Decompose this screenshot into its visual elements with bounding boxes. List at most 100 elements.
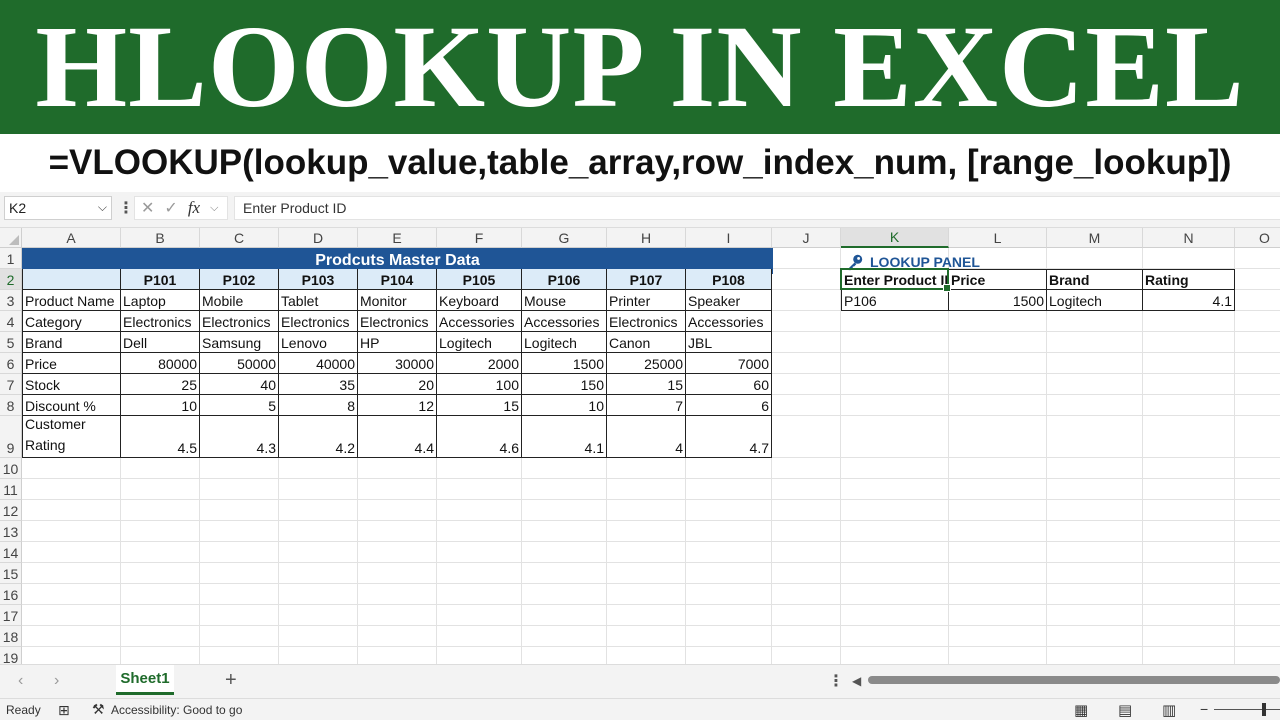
table-cell[interactable]: Lenovo	[279, 332, 358, 353]
table-cell[interactable]: 50000	[200, 353, 279, 374]
row-header-18[interactable]: 18	[0, 626, 22, 647]
sheet-tab-sheet1[interactable]: Sheet1	[116, 665, 174, 695]
lookup-value[interactable]: Logitech	[1047, 290, 1143, 311]
table-cell[interactable]: Printer	[607, 290, 686, 311]
column-header-e[interactable]: E	[358, 228, 437, 248]
more-options-icon[interactable]: ⋮	[118, 198, 134, 218]
scroll-left-icon[interactable]: ◀	[852, 674, 861, 688]
table-cell[interactable]: Mouse	[522, 290, 607, 311]
table-cell[interactable]: 12	[358, 395, 437, 416]
table-cell[interactable]: 1500	[522, 353, 607, 374]
table-cell[interactable]: Electronics	[279, 311, 358, 332]
row-header-12[interactable]: 12	[0, 500, 22, 521]
table-cell[interactable]: 4.2	[279, 416, 358, 458]
row-label[interactable]: Price	[22, 353, 121, 374]
table-cell[interactable]: Electronics	[358, 311, 437, 332]
column-header-g[interactable]: G	[522, 228, 607, 248]
table-cell[interactable]: 2000	[437, 353, 522, 374]
table-cell[interactable]: 4.3	[200, 416, 279, 458]
table-cell[interactable]: 25000	[607, 353, 686, 374]
table-cell[interactable]: 4.1	[522, 416, 607, 458]
product-id-header[interactable]: P105	[437, 269, 522, 290]
column-header-l[interactable]: L	[949, 228, 1047, 248]
lookup-header[interactable]: Brand	[1047, 269, 1143, 290]
product-id-header[interactable]: P103	[279, 269, 358, 290]
row-header-2[interactable]: 2	[0, 269, 22, 290]
lookup-value[interactable]: 4.1	[1143, 290, 1235, 311]
table-cell[interactable]: 10	[121, 395, 200, 416]
row-header-11[interactable]: 11	[0, 479, 22, 500]
table-cell[interactable]: 100	[437, 374, 522, 395]
row-header-19[interactable]: 19	[0, 647, 22, 664]
accessibility-icon[interactable]: ⚒	[92, 701, 105, 718]
confirm-icon[interactable]: ✓	[164, 198, 177, 218]
zoom-slider-thumb[interactable]	[1262, 703, 1266, 716]
row-header-15[interactable]: 15	[0, 563, 22, 584]
table-cell[interactable]: 25	[121, 374, 200, 395]
zoom-out-icon[interactable]: −	[1200, 701, 1208, 717]
lookup-header[interactable]: Rating	[1143, 269, 1235, 290]
column-header-c[interactable]: C	[200, 228, 279, 248]
table-cell[interactable]: 10	[522, 395, 607, 416]
column-header-k[interactable]: K	[841, 228, 949, 248]
product-id-header[interactable]: P104	[358, 269, 437, 290]
table-cell[interactable]: 4.5	[121, 416, 200, 458]
add-sheet-button[interactable]: +	[225, 669, 237, 692]
row-label[interactable]: Stock	[22, 374, 121, 395]
table-cell[interactable]: 35	[279, 374, 358, 395]
table-cell[interactable]: Electronics	[607, 311, 686, 332]
column-header-n[interactable]: N	[1143, 228, 1235, 248]
table-cell[interactable]: Accessories	[437, 311, 522, 332]
table-cell[interactable]: Laptop	[121, 290, 200, 311]
table-cell[interactable]: Canon	[607, 332, 686, 353]
table-cell[interactable]: Accessories	[686, 311, 772, 332]
column-header-i[interactable]: I	[686, 228, 772, 248]
row-header-16[interactable]: 16	[0, 584, 22, 605]
row-header-7[interactable]: 7	[0, 374, 22, 395]
table-cell[interactable]: Speaker	[686, 290, 772, 311]
table-cell[interactable]: Mobile	[200, 290, 279, 311]
horizontal-scrollbar[interactable]	[868, 676, 1280, 684]
table-header-blank[interactable]	[22, 269, 121, 290]
row-header-14[interactable]: 14	[0, 542, 22, 563]
table-cell[interactable]: 15	[607, 374, 686, 395]
row-header-13[interactable]: 13	[0, 521, 22, 542]
table-cell[interactable]: 60	[686, 374, 772, 395]
table-cell[interactable]: 40000	[279, 353, 358, 374]
table-cell[interactable]: Monitor	[358, 290, 437, 311]
table-cell[interactable]: Keyboard	[437, 290, 522, 311]
table-cell[interactable]: Electronics	[121, 311, 200, 332]
column-header-m[interactable]: M	[1047, 228, 1143, 248]
more-options-icon[interactable]: ⋮	[828, 671, 844, 691]
table-cell[interactable]: 6	[686, 395, 772, 416]
row-header-1[interactable]: 1	[0, 248, 22, 269]
row-header-10[interactable]: 10	[0, 458, 22, 479]
normal-view-icon[interactable]: ▦	[1074, 701, 1088, 719]
cancel-icon[interactable]: ✕	[141, 198, 154, 218]
row-header-6[interactable]: 6	[0, 353, 22, 374]
table-cell[interactable]: 7000	[686, 353, 772, 374]
column-header-d[interactable]: D	[279, 228, 358, 248]
chevron-down-icon[interactable]: ⌵	[210, 202, 218, 215]
table-cell[interactable]: 150	[522, 374, 607, 395]
row-label[interactable]: Brand	[22, 332, 121, 353]
chevron-left-icon[interactable]: ‹	[18, 672, 23, 690]
table-cell[interactable]: 7	[607, 395, 686, 416]
lookup-value[interactable]: 1500	[949, 290, 1047, 311]
row-label[interactable]: Product Name	[22, 290, 121, 311]
product-id-header[interactable]: P107	[607, 269, 686, 290]
row-header-4[interactable]: 4	[0, 311, 22, 332]
insert-function-icon[interactable]: fx	[188, 198, 200, 218]
column-header-j[interactable]: J	[772, 228, 841, 248]
chevron-right-icon[interactable]: ›	[54, 672, 59, 690]
chevron-down-icon[interactable]: ⌵	[98, 200, 107, 215]
table-cell[interactable]: 4.4	[358, 416, 437, 458]
row-header-5[interactable]: 5	[0, 332, 22, 353]
formula-input[interactable]: Enter Product ID	[234, 196, 1280, 220]
table-cell[interactable]: JBL	[686, 332, 772, 353]
row-label[interactable]: Category	[22, 311, 121, 332]
row-label[interactable]: Customer Rating	[22, 416, 121, 458]
column-header-o[interactable]: O	[1235, 228, 1280, 248]
column-header-f[interactable]: F	[437, 228, 522, 248]
table-cell[interactable]: Accessories	[522, 311, 607, 332]
